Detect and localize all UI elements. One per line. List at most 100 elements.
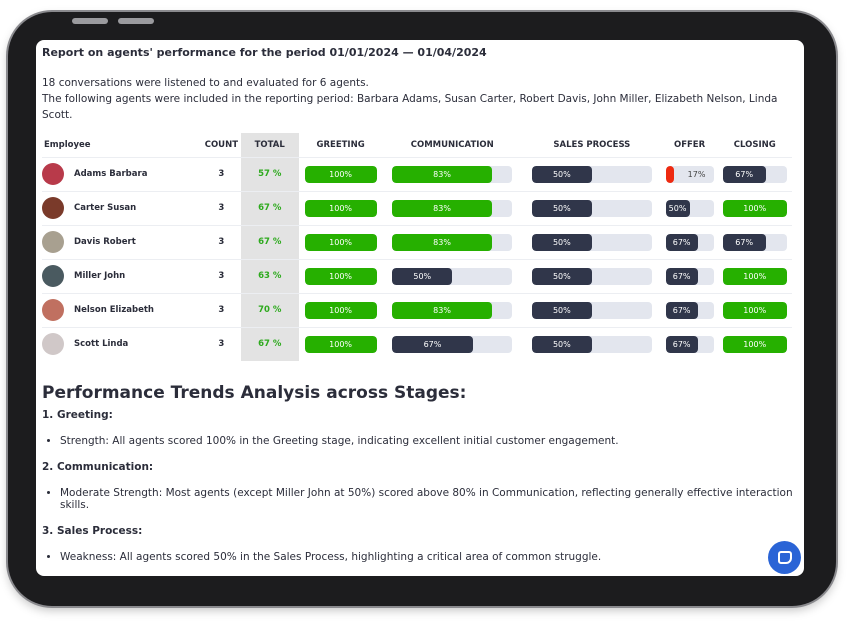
avatar <box>42 197 64 219</box>
score-bar: 67% <box>665 267 714 285</box>
score-bar: 50% <box>531 267 652 285</box>
employee-name: Carter Susan <box>74 203 137 213</box>
score-label: 50% <box>552 169 571 179</box>
score-bar: 17% <box>665 165 714 183</box>
score-cell: 17% <box>661 156 718 191</box>
score-cell: 100% <box>298 292 383 327</box>
score-bar: 50% <box>392 267 513 285</box>
table-row[interactable]: Scott Linda 3 67 % 100% 67% 50% 67% 100% <box>42 326 792 361</box>
count-cell: 3 <box>202 190 241 225</box>
score-cell: 100% <box>298 190 383 225</box>
report-title: Report on agents' performance for the pe… <box>42 46 487 59</box>
column-header[interactable]: TOTAL <box>240 133 299 157</box>
score-label: 100% <box>743 339 767 349</box>
score-cell: 83% <box>382 156 523 191</box>
score-label: 83% <box>433 305 451 315</box>
score-bar: 100% <box>304 267 377 285</box>
summary: 18 conversations were listened to and ev… <box>42 77 369 89</box>
employee-cell: Scott Linda <box>42 326 202 361</box>
screen: Report on agents' performance for the pe… <box>36 40 804 576</box>
table-row[interactable]: Nelson Elizabeth 3 70 % 100% 83% 50% 67% 100% <box>42 292 792 327</box>
score-bar: 100% <box>304 301 377 319</box>
table-row[interactable]: Carter Susan 3 67 % 100% 83% 50% 50% 100% <box>42 190 792 225</box>
score-label: 67% <box>672 271 691 281</box>
count-cell: 3 <box>202 292 241 327</box>
score-cell: 100% <box>298 224 383 259</box>
score-bar: 83% <box>392 233 513 251</box>
score-cell: 83% <box>382 224 523 259</box>
employee-cell: Davis Robert <box>42 224 202 259</box>
score-label: 100% <box>329 203 353 213</box>
score-cell: 100% <box>298 258 383 293</box>
score-bar: 50% <box>531 165 652 183</box>
score-bar: 100% <box>722 335 787 353</box>
score-label: 100% <box>743 203 767 213</box>
score-cell: 83% <box>382 292 523 327</box>
score-cell: 67% <box>382 326 523 361</box>
score-cell: 50% <box>522 224 662 259</box>
column-header[interactable]: SALES PROCESS <box>522 133 662 157</box>
score-label: 100% <box>329 305 353 315</box>
column-header[interactable]: OFFER <box>662 133 718 157</box>
score-label: 100% <box>329 271 353 281</box>
column-header[interactable]: Employee <box>42 133 202 157</box>
score-label: 50% <box>552 339 571 349</box>
chat-icon <box>777 551 792 564</box>
score-cell: 100% <box>717 258 792 293</box>
score-bar: 50% <box>531 301 652 319</box>
column-header[interactable]: GREETING <box>299 133 383 157</box>
score-label: 100% <box>329 339 353 349</box>
avatar <box>42 299 64 321</box>
score-cell: 100% <box>717 292 792 327</box>
table-row[interactable]: Davis Robert 3 67 % 100% 83% 50% 67% 67% <box>42 224 792 259</box>
employee-name: Adams Barbara <box>74 169 148 179</box>
score-cell: 50% <box>522 156 662 191</box>
employee-name: Davis Robert <box>74 237 136 247</box>
section-heading: 3. Sales Process: <box>42 525 143 537</box>
analysis-title: Performance Trends Analysis across Stage… <box>42 383 467 403</box>
score-cell: 50% <box>661 190 718 225</box>
column-header[interactable]: COMMUNICATION <box>382 133 522 157</box>
score-cell: 100% <box>298 326 383 361</box>
score-bar: 100% <box>722 301 787 319</box>
score-cell: 50% <box>522 326 662 361</box>
score-cell: 100% <box>298 156 383 191</box>
score-cell: 100% <box>717 190 792 225</box>
score-bar: 67% <box>722 165 787 183</box>
count-cell: 3 <box>202 224 241 259</box>
avatar <box>42 333 64 356</box>
score-cell: 50% <box>522 292 662 327</box>
avatar <box>42 163 64 185</box>
score-bar: 83% <box>392 301 513 319</box>
score-label: 50% <box>413 271 432 281</box>
employee-name: Miller John <box>74 271 126 281</box>
score-bar: 67% <box>722 233 787 251</box>
column-header[interactable]: COUNT <box>202 133 241 157</box>
count-cell: 3 <box>202 156 241 191</box>
score-cell: 100% <box>717 326 792 361</box>
table-row[interactable]: Miller John 3 63 % 100% 50% 50% 67% 100% <box>42 258 792 293</box>
score-cell: 67% <box>717 156 792 191</box>
score-label: 50% <box>552 305 571 315</box>
score-cell: 67% <box>661 292 718 327</box>
score-fill <box>665 165 674 183</box>
score-label: 50% <box>552 237 571 247</box>
score-label: 83% <box>433 169 451 179</box>
score-label: 100% <box>329 169 353 179</box>
score-cell: 67% <box>717 224 792 259</box>
employee-name: Nelson Elizabeth <box>74 305 154 315</box>
avatar <box>42 265 64 287</box>
score-bar: 100% <box>722 267 787 285</box>
total-cell: 67 % <box>240 326 299 361</box>
employee-cell: Carter Susan <box>42 190 202 225</box>
score-bar: 50% <box>531 233 652 251</box>
table-row[interactable]: Adams Barbara 3 57 % 100% 83% 50% 17% 67% <box>42 156 792 191</box>
score-bar: 67% <box>665 335 714 353</box>
column-header[interactable]: CLOSING <box>717 133 792 157</box>
score-label: 17% <box>687 169 706 179</box>
chat-button[interactable] <box>768 541 801 574</box>
score-label: 83% <box>433 237 451 247</box>
score-cell: 67% <box>661 258 718 293</box>
section-bullet: Moderate Strength: Most agents (except M… <box>60 487 798 511</box>
score-label: 67% <box>423 339 442 349</box>
